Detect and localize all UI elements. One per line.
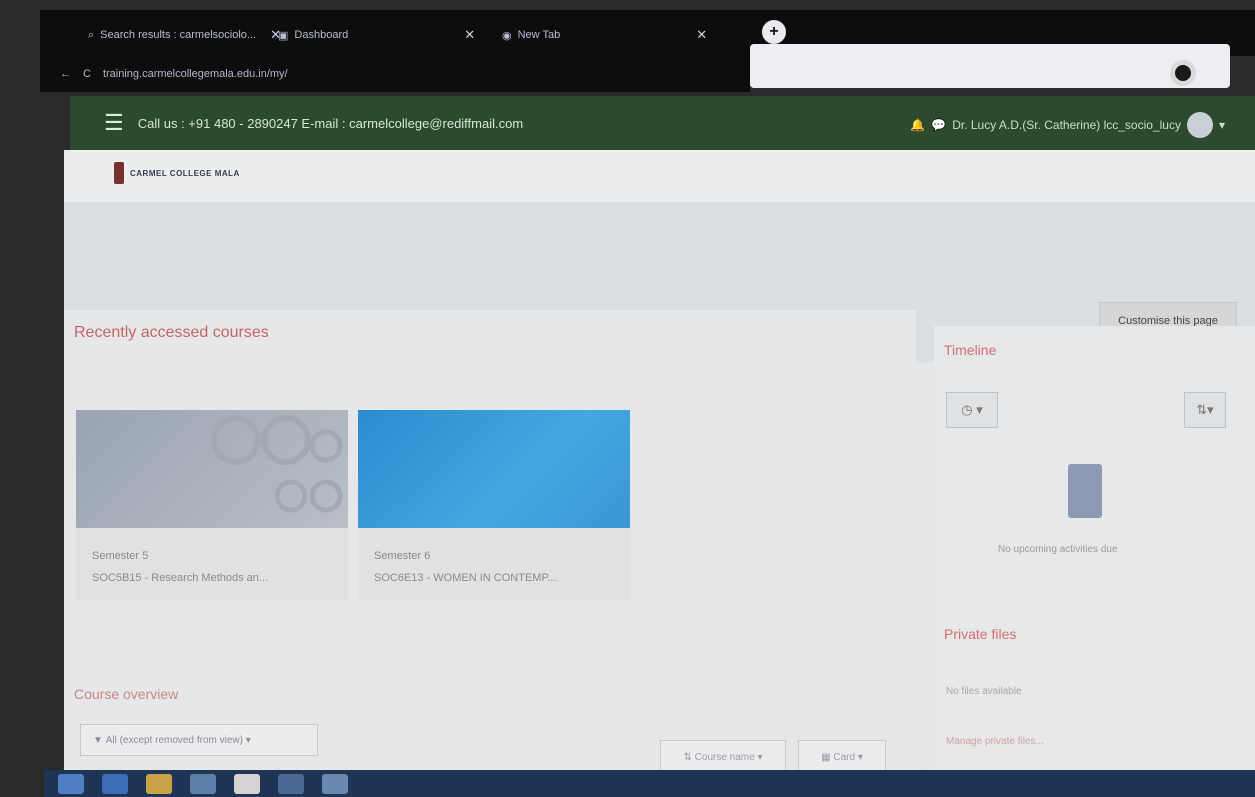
tab-new-tab[interactable]: ◉ New Tab ✕ — [502, 22, 707, 48]
timeline-sort-button[interactable]: ⇅▾ — [1184, 392, 1226, 428]
chrome-icon: ◉ — [502, 29, 512, 42]
chrome-taskbar-icon[interactable] — [234, 773, 260, 794]
right-sidebar: Timeline ◷ ▾ ⇅▾ No upcoming activities d… — [934, 326, 1255, 770]
user-name[interactable]: Dr. Lucy A.D.(Sr. Catherine) lcc_socio_l… — [952, 118, 1181, 132]
sort-icon: ⇅▾ — [1196, 402, 1214, 417]
course-card[interactable]: Semester 5 SOC5B15 - Research Methods an… — [76, 410, 348, 600]
timeline-empty-text: No upcoming activities due — [998, 544, 1118, 555]
course-semester: Semester 5 — [92, 550, 149, 562]
tab-search-results[interactable]: ⌕ Search results : carmelsociolo... ✕ — [88, 22, 281, 48]
new-tab-page — [750, 44, 1230, 88]
sort-dropdown[interactable]: ⇅ Course name ▾ — [660, 740, 786, 774]
url-text[interactable]: training.carmelcollegemala.edu.in/my/ — [103, 68, 288, 80]
private-files-title: Private files — [944, 626, 1017, 642]
chevron-down-icon: ▾ — [754, 751, 763, 763]
close-icon[interactable]: ✕ — [464, 27, 475, 43]
avatar[interactable] — [1186, 112, 1213, 138]
ie-icon[interactable] — [102, 773, 128, 794]
timeline-title: Timeline — [944, 342, 997, 358]
media-icon[interactable] — [190, 773, 216, 794]
close-icon[interactable]: ✕ — [696, 27, 707, 43]
windows-start-icon[interactable] — [58, 773, 84, 794]
grid-icon: ▦ — [821, 751, 834, 763]
search-icon: ⌕ — [88, 28, 95, 41]
dashboard-icon: ▣ — [278, 29, 289, 42]
new-tab-button[interactable]: + — [762, 20, 786, 44]
brand-bar: CARMEL COLLEGE MALA — [64, 150, 1255, 202]
clock-icon: ◷ ▾ — [961, 402, 983, 417]
chevron-down-icon: ▾ — [855, 751, 863, 763]
sort-icon: ⇅ — [683, 751, 695, 763]
app-icon[interactable] — [278, 773, 304, 794]
manage-files-link[interactable]: Manage private files... — [946, 736, 1044, 747]
recent-courses-block: Recently accessed courses Semester 5 SOC… — [64, 310, 916, 774]
screen: ⌕ Search results : carmelsociolo... ✕ ▣ … — [0, 0, 1255, 797]
timeline-filter-button[interactable]: ◷ ▾ — [946, 392, 998, 428]
menu-icon[interactable]: ☰ — [104, 110, 124, 136]
pattern-icon — [211, 415, 343, 513]
user-menu[interactable]: 🔔 💬 Dr. Lucy A.D.(Sr. Catherine) lcc_soc… — [910, 112, 1225, 138]
block-title: Recently accessed courses — [74, 324, 269, 341]
course-overview-title: Course overview — [74, 686, 179, 702]
os-taskbar — [44, 770, 1255, 797]
address-bar[interactable]: ← C training.carmelcollegemala.edu.in/my… — [40, 56, 750, 92]
bell-icon[interactable]: 🔔 — [910, 118, 925, 132]
app-icon[interactable] — [322, 773, 348, 794]
course-name[interactable]: SOC6E13 - WOMEN IN CONTEMP... — [374, 572, 557, 584]
chevron-down-icon[interactable]: ▾ — [1219, 118, 1225, 132]
site-logo[interactable]: CARMEL COLLEGE MALA — [114, 162, 240, 184]
folder-icon[interactable] — [146, 773, 172, 794]
filter-icon: ▼ — [93, 734, 106, 746]
site-navbar: ☰ Call us : +91 480 - 2890247 E-mail : c… — [70, 96, 1255, 150]
page-content: CARMEL COLLEGE MALA Customise this page … — [64, 150, 1255, 774]
chevron-down-icon: ▾ — [242, 734, 251, 746]
no-files-text: No files available — [946, 686, 1022, 697]
chat-icon[interactable]: 💬 — [931, 118, 946, 132]
contact-info: Call us : +91 480 - 2890247 E-mail : car… — [137, 115, 524, 131]
course-image[interactable] — [358, 410, 630, 528]
back-arrow-icon[interactable]: ← — [60, 68, 71, 80]
view-dropdown[interactable]: ▦ Card ▾ — [798, 740, 886, 774]
course-filter-dropdown[interactable]: ▼ All (except removed from view) ▾ — [80, 724, 318, 756]
reload-icon[interactable]: C — [83, 68, 91, 80]
course-image[interactable] — [76, 410, 348, 528]
logo-icon — [114, 162, 124, 184]
profile-icon[interactable] — [1170, 60, 1196, 86]
tab-dashboard[interactable]: ▣ Dashboard ✕ — [278, 22, 475, 48]
course-name[interactable]: SOC5B15 - Research Methods an... — [92, 572, 268, 584]
course-semester: Semester 6 — [374, 550, 431, 562]
course-card[interactable]: Semester 6 SOC6E13 - WOMEN IN CONTEMP... — [358, 410, 630, 600]
empty-list-icon — [1068, 464, 1102, 518]
